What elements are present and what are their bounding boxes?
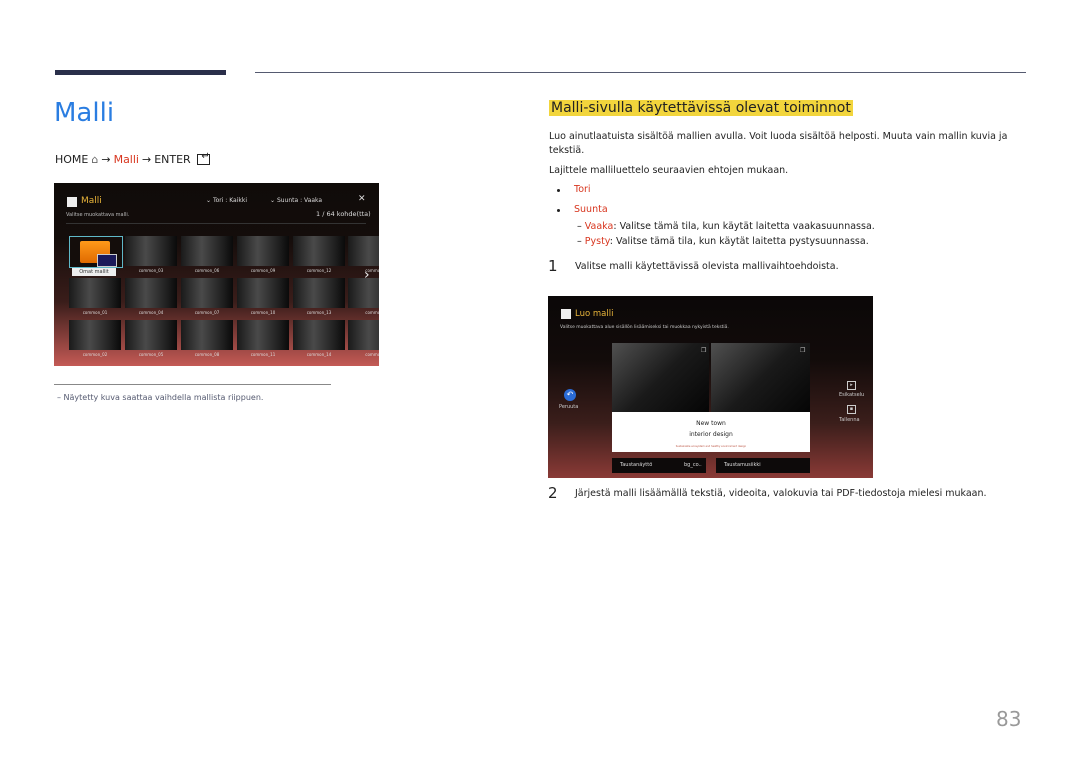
nav-arrow: → xyxy=(101,153,111,166)
tile-label: common_08 xyxy=(194,352,220,357)
template-tile[interactable] xyxy=(237,236,289,266)
tile-label: common_12 xyxy=(306,268,332,273)
sub-item-vaaka: – Vaaka: Valitse tämä tila, kun käytät l… xyxy=(577,221,875,232)
tile-label: common_07 xyxy=(194,310,220,315)
tile-label: Omat mallit xyxy=(72,268,116,276)
page-number: 83 xyxy=(996,707,1022,731)
header-bar-thick xyxy=(55,70,226,75)
template-tile[interactable] xyxy=(69,278,121,308)
malli-screen-screenshot: Malli Valitse muokattava malli. ⌄ Tori :… xyxy=(54,183,379,366)
template-tile-selected[interactable] xyxy=(69,236,123,268)
image-area[interactable] xyxy=(612,343,709,413)
tile-label: common_06 xyxy=(194,268,220,273)
template-tile[interactable] xyxy=(293,320,345,350)
step-text: Järjestä malli lisäämällä tekstiä, video… xyxy=(575,488,987,499)
tile-label: common xyxy=(365,310,379,315)
tile-label: common_11 xyxy=(250,352,276,357)
template-tile[interactable] xyxy=(237,320,289,350)
copy-icon[interactable]: ❐ xyxy=(800,347,805,354)
template-icon xyxy=(561,309,571,319)
tile-label: common_10 xyxy=(250,310,276,315)
template-tile[interactable] xyxy=(348,236,379,266)
sort-intro: Lajittele malliluettelo seuraavien ehtoj… xyxy=(549,165,789,176)
bullet-dot xyxy=(557,209,560,212)
luo-malli-screenshot: Luo malli Valitse muokattava alue sisäll… xyxy=(548,296,873,478)
template-tile[interactable] xyxy=(125,278,177,308)
template-tile[interactable] xyxy=(125,236,177,266)
section-heading: Malli-sivulla käytettävissä olevat toimi… xyxy=(549,100,853,116)
tile-label: common_14 xyxy=(306,352,332,357)
tile-label: common_03 xyxy=(138,268,164,273)
template-icon xyxy=(67,197,77,207)
background-display-button[interactable]: Taustanäyttö bg_co.. xyxy=(612,458,706,473)
tile-label: common_13 xyxy=(306,310,332,315)
monitor-icon xyxy=(97,254,117,267)
template-tile[interactable] xyxy=(181,278,233,308)
tile-label: common xyxy=(365,352,379,357)
filter-tori[interactable]: ⌄ Tori : Kaikki xyxy=(206,197,247,204)
chevron-right-icon[interactable]: › xyxy=(364,267,370,283)
template-tile[interactable] xyxy=(69,320,121,350)
tile-label: common_04 xyxy=(138,310,164,315)
tile-label: common_09 xyxy=(250,268,276,273)
template-tile[interactable] xyxy=(293,236,345,266)
intro-paragraph: Luo ainutlaatuista sisältöä mallien avul… xyxy=(549,131,1008,156)
nav-path: HOME ⌂ → Malli → ENTER xyxy=(55,151,210,166)
save-icon[interactable]: ▪ xyxy=(847,405,856,414)
image-area[interactable] xyxy=(711,343,810,413)
tile-label: common_05 xyxy=(138,352,164,357)
step-number: 1 xyxy=(548,257,558,275)
save-label: Tallenna xyxy=(839,417,860,423)
page-title: Malli xyxy=(54,98,115,128)
template-tile[interactable] xyxy=(181,236,233,266)
nav-home: HOME xyxy=(55,153,89,166)
screen-subtitle: Valitse muokattava malli. xyxy=(66,212,130,218)
screen-title: Luo malli xyxy=(575,309,614,319)
tile-label: common_01 xyxy=(82,310,108,315)
screen-subtitle: Valitse muokattava alue sisällön lisäämi… xyxy=(560,325,729,330)
home-icon: ⌂ xyxy=(91,153,99,166)
chevron-down-icon: ⌄ xyxy=(206,197,213,204)
preview-label: Esikatselu xyxy=(839,392,865,398)
copy-icon[interactable]: ❐ xyxy=(701,347,706,354)
step-text: Valitse malli käytettävissä olevista mal… xyxy=(575,261,839,272)
back-label: Peruuta xyxy=(559,404,579,410)
item-count: 1 / 64 kohde(tta) xyxy=(316,210,371,218)
note-divider xyxy=(54,384,331,385)
bullet-dot xyxy=(557,189,560,192)
template-tile[interactable] xyxy=(181,320,233,350)
screen-title: Malli xyxy=(81,196,102,206)
nav-enter: ENTER xyxy=(154,153,191,166)
note-text: – Näytetty kuva saattaa vaihdella mallis… xyxy=(57,393,264,402)
text-area[interactable]: New town interior design Sustainable eco… xyxy=(612,412,810,452)
step-number: 2 xyxy=(548,484,558,502)
tile-label: common xyxy=(365,268,379,273)
template-tile[interactable] xyxy=(237,278,289,308)
template-tile[interactable] xyxy=(293,278,345,308)
sub-item-pysty: – Pysty: Valitse tämä tila, kun käytät l… xyxy=(577,236,869,247)
nav-malli: Malli xyxy=(113,153,139,166)
close-icon[interactable]: ✕ xyxy=(358,194,366,204)
header-bar-thin xyxy=(255,72,1026,73)
template-tile[interactable] xyxy=(125,320,177,350)
filter-suunta[interactable]: ⌄ Suunta : Vaaka xyxy=(270,197,322,204)
preview-icon[interactable]: ▸ xyxy=(847,381,856,390)
divider xyxy=(66,223,366,224)
enter-icon xyxy=(196,151,210,165)
tile-label: common_02 xyxy=(82,352,108,357)
background-music-button[interactable]: Taustamusiikki xyxy=(716,458,810,473)
nav-arrow: → xyxy=(141,153,152,166)
chevron-down-icon: ⌄ xyxy=(270,197,277,204)
template-tile[interactable] xyxy=(348,320,379,350)
back-icon[interactable]: ↶ xyxy=(564,389,576,401)
